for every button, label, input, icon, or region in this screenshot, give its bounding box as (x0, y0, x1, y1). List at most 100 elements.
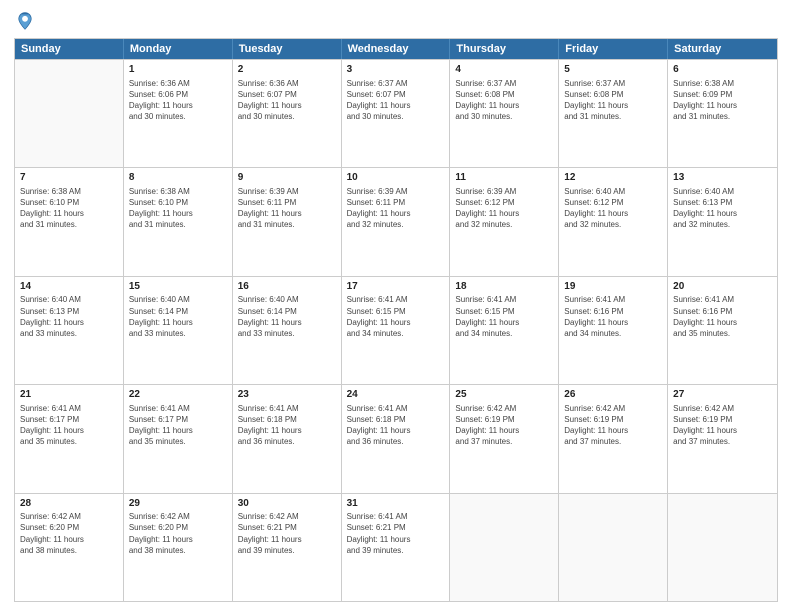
day-cell-12: 12Sunrise: 6:40 AM Sunset: 6:12 PM Dayli… (559, 168, 668, 275)
day-info: Sunrise: 6:42 AM Sunset: 6:20 PM Dayligh… (129, 511, 227, 556)
header-day-thursday: Thursday (450, 39, 559, 59)
day-info: Sunrise: 6:40 AM Sunset: 6:14 PM Dayligh… (238, 294, 336, 339)
day-info: Sunrise: 6:42 AM Sunset: 6:21 PM Dayligh… (238, 511, 336, 556)
header-day-saturday: Saturday (668, 39, 777, 59)
day-info: Sunrise: 6:37 AM Sunset: 6:08 PM Dayligh… (455, 78, 553, 123)
logo-icon (14, 10, 36, 32)
calendar-row-1: 7Sunrise: 6:38 AM Sunset: 6:10 PM Daylig… (15, 167, 777, 275)
day-number: 8 (129, 171, 227, 185)
header-day-monday: Monday (124, 39, 233, 59)
day-cell-13: 13Sunrise: 6:40 AM Sunset: 6:13 PM Dayli… (668, 168, 777, 275)
calendar-row-0: 1Sunrise: 6:36 AM Sunset: 6:06 PM Daylig… (15, 59, 777, 167)
day-cell-4: 4Sunrise: 6:37 AM Sunset: 6:08 PM Daylig… (450, 60, 559, 167)
day-info: Sunrise: 6:41 AM Sunset: 6:15 PM Dayligh… (347, 294, 445, 339)
day-info: Sunrise: 6:42 AM Sunset: 6:19 PM Dayligh… (673, 403, 772, 448)
day-cell-19: 19Sunrise: 6:41 AM Sunset: 6:16 PM Dayli… (559, 277, 668, 384)
day-info: Sunrise: 6:41 AM Sunset: 6:18 PM Dayligh… (238, 403, 336, 448)
calendar-header: SundayMondayTuesdayWednesdayThursdayFrid… (15, 39, 777, 59)
day-cell-1: 1Sunrise: 6:36 AM Sunset: 6:06 PM Daylig… (124, 60, 233, 167)
day-number: 2 (238, 63, 336, 77)
day-number: 15 (129, 280, 227, 294)
day-info: Sunrise: 6:38 AM Sunset: 6:10 PM Dayligh… (20, 186, 118, 231)
day-info: Sunrise: 6:36 AM Sunset: 6:07 PM Dayligh… (238, 78, 336, 123)
day-info: Sunrise: 6:40 AM Sunset: 6:13 PM Dayligh… (673, 186, 772, 231)
calendar: SundayMondayTuesdayWednesdayThursdayFrid… (14, 38, 778, 602)
day-info: Sunrise: 6:41 AM Sunset: 6:21 PM Dayligh… (347, 511, 445, 556)
day-number: 28 (20, 497, 118, 511)
day-number: 24 (347, 388, 445, 402)
day-cell-23: 23Sunrise: 6:41 AM Sunset: 6:18 PM Dayli… (233, 385, 342, 492)
page: SundayMondayTuesdayWednesdayThursdayFrid… (0, 0, 792, 612)
day-info: Sunrise: 6:41 AM Sunset: 6:16 PM Dayligh… (673, 294, 772, 339)
day-number: 31 (347, 497, 445, 511)
day-number: 16 (238, 280, 336, 294)
day-cell-14: 14Sunrise: 6:40 AM Sunset: 6:13 PM Dayli… (15, 277, 124, 384)
header-day-friday: Friday (559, 39, 668, 59)
day-cell-27: 27Sunrise: 6:42 AM Sunset: 6:19 PM Dayli… (668, 385, 777, 492)
day-number: 22 (129, 388, 227, 402)
day-cell-26: 26Sunrise: 6:42 AM Sunset: 6:19 PM Dayli… (559, 385, 668, 492)
day-number: 9 (238, 171, 336, 185)
logo (14, 10, 40, 32)
day-number: 12 (564, 171, 662, 185)
calendar-row-3: 21Sunrise: 6:41 AM Sunset: 6:17 PM Dayli… (15, 384, 777, 492)
day-cell-3: 3Sunrise: 6:37 AM Sunset: 6:07 PM Daylig… (342, 60, 451, 167)
day-number: 13 (673, 171, 772, 185)
header-day-wednesday: Wednesday (342, 39, 451, 59)
day-cell-28: 28Sunrise: 6:42 AM Sunset: 6:20 PM Dayli… (15, 494, 124, 601)
day-cell-22: 22Sunrise: 6:41 AM Sunset: 6:17 PM Dayli… (124, 385, 233, 492)
day-info: Sunrise: 6:39 AM Sunset: 6:12 PM Dayligh… (455, 186, 553, 231)
day-cell-6: 6Sunrise: 6:38 AM Sunset: 6:09 PM Daylig… (668, 60, 777, 167)
day-cell-8: 8Sunrise: 6:38 AM Sunset: 6:10 PM Daylig… (124, 168, 233, 275)
day-cell-7: 7Sunrise: 6:38 AM Sunset: 6:10 PM Daylig… (15, 168, 124, 275)
empty-cell-0-0 (15, 60, 124, 167)
day-cell-24: 24Sunrise: 6:41 AM Sunset: 6:18 PM Dayli… (342, 385, 451, 492)
empty-cell-4-4 (450, 494, 559, 601)
day-number: 21 (20, 388, 118, 402)
day-info: Sunrise: 6:40 AM Sunset: 6:14 PM Dayligh… (129, 294, 227, 339)
day-cell-17: 17Sunrise: 6:41 AM Sunset: 6:15 PM Dayli… (342, 277, 451, 384)
day-info: Sunrise: 6:41 AM Sunset: 6:18 PM Dayligh… (347, 403, 445, 448)
day-number: 27 (673, 388, 772, 402)
day-cell-2: 2Sunrise: 6:36 AM Sunset: 6:07 PM Daylig… (233, 60, 342, 167)
day-number: 1 (129, 63, 227, 77)
day-cell-9: 9Sunrise: 6:39 AM Sunset: 6:11 PM Daylig… (233, 168, 342, 275)
day-cell-11: 11Sunrise: 6:39 AM Sunset: 6:12 PM Dayli… (450, 168, 559, 275)
day-info: Sunrise: 6:42 AM Sunset: 6:20 PM Dayligh… (20, 511, 118, 556)
day-info: Sunrise: 6:41 AM Sunset: 6:17 PM Dayligh… (20, 403, 118, 448)
day-number: 5 (564, 63, 662, 77)
day-number: 3 (347, 63, 445, 77)
day-info: Sunrise: 6:39 AM Sunset: 6:11 PM Dayligh… (347, 186, 445, 231)
day-cell-29: 29Sunrise: 6:42 AM Sunset: 6:20 PM Dayli… (124, 494, 233, 601)
day-cell-10: 10Sunrise: 6:39 AM Sunset: 6:11 PM Dayli… (342, 168, 451, 275)
day-info: Sunrise: 6:36 AM Sunset: 6:06 PM Dayligh… (129, 78, 227, 123)
day-cell-20: 20Sunrise: 6:41 AM Sunset: 6:16 PM Dayli… (668, 277, 777, 384)
day-number: 29 (129, 497, 227, 511)
day-cell-21: 21Sunrise: 6:41 AM Sunset: 6:17 PM Dayli… (15, 385, 124, 492)
empty-cell-4-6 (668, 494, 777, 601)
header-day-tuesday: Tuesday (233, 39, 342, 59)
day-info: Sunrise: 6:39 AM Sunset: 6:11 PM Dayligh… (238, 186, 336, 231)
day-cell-30: 30Sunrise: 6:42 AM Sunset: 6:21 PM Dayli… (233, 494, 342, 601)
day-number: 11 (455, 171, 553, 185)
day-cell-15: 15Sunrise: 6:40 AM Sunset: 6:14 PM Dayli… (124, 277, 233, 384)
day-number: 23 (238, 388, 336, 402)
calendar-row-4: 28Sunrise: 6:42 AM Sunset: 6:20 PM Dayli… (15, 493, 777, 601)
calendar-row-2: 14Sunrise: 6:40 AM Sunset: 6:13 PM Dayli… (15, 276, 777, 384)
day-info: Sunrise: 6:41 AM Sunset: 6:15 PM Dayligh… (455, 294, 553, 339)
header (14, 10, 778, 32)
day-number: 30 (238, 497, 336, 511)
day-cell-31: 31Sunrise: 6:41 AM Sunset: 6:21 PM Dayli… (342, 494, 451, 601)
header-day-sunday: Sunday (15, 39, 124, 59)
day-number: 18 (455, 280, 553, 294)
day-info: Sunrise: 6:37 AM Sunset: 6:08 PM Dayligh… (564, 78, 662, 123)
day-number: 6 (673, 63, 772, 77)
day-number: 20 (673, 280, 772, 294)
day-info: Sunrise: 6:37 AM Sunset: 6:07 PM Dayligh… (347, 78, 445, 123)
day-cell-5: 5Sunrise: 6:37 AM Sunset: 6:08 PM Daylig… (559, 60, 668, 167)
day-cell-25: 25Sunrise: 6:42 AM Sunset: 6:19 PM Dayli… (450, 385, 559, 492)
day-info: Sunrise: 6:38 AM Sunset: 6:10 PM Dayligh… (129, 186, 227, 231)
day-number: 7 (20, 171, 118, 185)
day-info: Sunrise: 6:38 AM Sunset: 6:09 PM Dayligh… (673, 78, 772, 123)
day-number: 26 (564, 388, 662, 402)
